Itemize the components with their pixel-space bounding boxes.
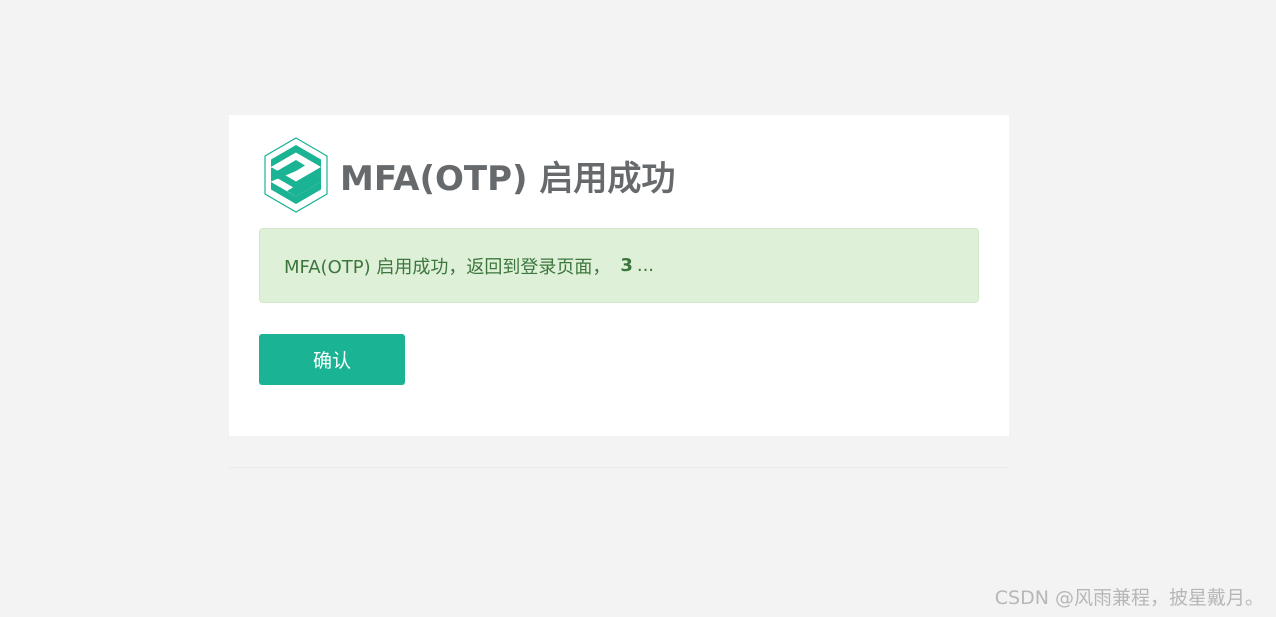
brand-logo-icon [264,137,328,213]
countdown-value: 3 [620,255,633,276]
mfa-success-card: MFA(OTP) 启用成功 MFA(OTP) 启用成功，返回到登录页面， 3 .… [229,115,1009,436]
card-header: MFA(OTP) 启用成功 [263,137,675,213]
page: MFA(OTP) 启用成功 MFA(OTP) 启用成功，返回到登录页面， 3 .… [0,0,1276,617]
csdn-watermark: CSDN @风雨兼程，披星戴月。 [994,587,1264,609]
alert-message: MFA(OTP) 启用成功，返回到登录页面， [284,256,611,278]
success-alert: MFA(OTP) 启用成功，返回到登录页面， 3 ... [259,228,979,303]
page-title: MFA(OTP) 启用成功 [340,158,676,199]
confirm-button[interactable]: 确认 [259,334,405,385]
countdown-ellipsis: ... [636,255,655,276]
footer-divider [229,467,1009,468]
